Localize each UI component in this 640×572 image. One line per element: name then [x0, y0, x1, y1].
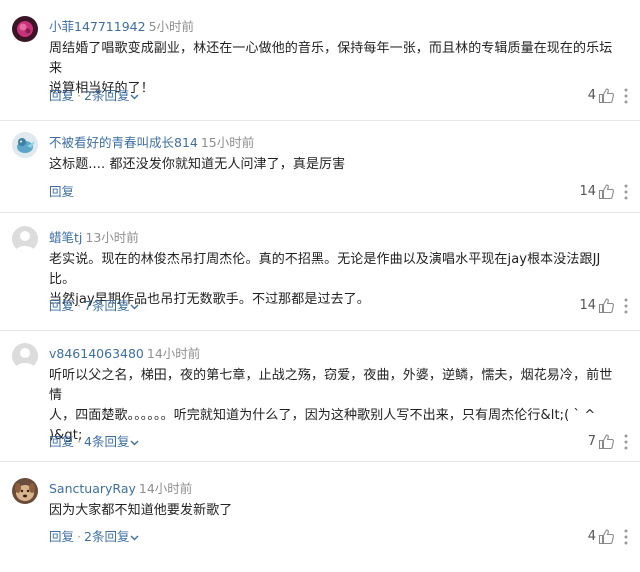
- chevron-down-icon: [130, 440, 139, 445]
- more-options-icon[interactable]: [624, 88, 628, 104]
- chevron-down-icon: [130, 304, 139, 309]
- comment-item: 蜡笔tj 13小时前 老实说。现在的林俊杰吊打周杰伦。真的不招黑。无论是作曲以及演…: [0, 213, 640, 331]
- comment-text: 因为大家都不知道他要发新歌了: [49, 501, 615, 521]
- replies-count-label: 7条回复: [84, 298, 130, 313]
- comment-line: 周结婚了唱歌变成副业，林还在一心做他的音乐，保持每年一张，而且林的专辑质量在现在…: [49, 41, 613, 76]
- username[interactable]: 蜡笔tj: [49, 230, 82, 245]
- default-user-avatar-icon: [12, 226, 38, 252]
- comment-line: 因为大家都不知道他要发新歌了: [49, 503, 233, 518]
- username[interactable]: 小菲147711942: [49, 19, 146, 34]
- thumbs-up-icon[interactable]: [598, 183, 615, 200]
- view-replies-button[interactable]: 7条回复: [84, 298, 139, 313]
- thumbs-up-icon[interactable]: [598, 433, 615, 450]
- comment-line: 听听以父之名，梯田，夜的第七章，止战之殇，窃爱，夜曲，外婆，逆鳞，懦夫，烟花易冷…: [49, 368, 613, 403]
- like-count: 7: [587, 434, 596, 449]
- view-replies-button[interactable]: 2条回复: [84, 529, 139, 544]
- comment-line: 这标题.... 都还没发你就知道无人问津了，真是厉害: [49, 157, 346, 172]
- thumbs-up-icon[interactable]: [598, 528, 615, 545]
- more-options-icon[interactable]: [624, 298, 628, 314]
- pink-flower-avatar-icon: [12, 16, 38, 42]
- default-user-avatar-icon: [12, 343, 38, 369]
- like-count: 4: [587, 88, 596, 103]
- comment-text: 这标题.... 都还没发你就知道无人问津了，真是厉害: [49, 155, 615, 175]
- chevron-down-icon: [130, 94, 139, 99]
- avatar[interactable]: [12, 343, 38, 369]
- reply-button[interactable]: 回复: [49, 529, 74, 544]
- thumbs-up-icon[interactable]: [598, 87, 615, 104]
- reply-button[interactable]: 回复: [49, 434, 74, 449]
- view-replies-button[interactable]: 2条回复: [84, 88, 139, 103]
- dog-avatar-icon: [12, 478, 38, 504]
- like-count: 14: [579, 298, 596, 313]
- comment-item: 不被看好的青春叫成长814 15小时前 这标题.... 都还没发你就知道无人问津了…: [0, 121, 640, 213]
- avatar[interactable]: [12, 132, 38, 158]
- comment-line: 人，四面楚歌。。。。。。听完就知道为什么了，因为这种歌别人写不出来，只有周杰伦行…: [49, 408, 596, 423]
- bird-avatar-icon: [12, 132, 38, 158]
- timestamp: 14小时前: [146, 346, 201, 361]
- avatar[interactable]: [12, 16, 38, 42]
- reply-button[interactable]: 回复: [49, 184, 74, 199]
- comment-item: SanctuaryRay 14小时前 因为大家都不知道他要发新歌了 回复 · 2条回复…: [0, 462, 640, 572]
- reply-button[interactable]: 回复: [49, 298, 74, 313]
- thumbs-up-icon[interactable]: [598, 297, 615, 314]
- like-count: 14: [579, 184, 596, 199]
- username[interactable]: v84614063480: [49, 346, 144, 361]
- replies-count-label: 2条回复: [84, 529, 130, 544]
- replies-count-label: 4条回复: [84, 434, 130, 449]
- reply-button[interactable]: 回复: [49, 88, 74, 103]
- username[interactable]: 不被看好的青春叫成长814: [49, 135, 198, 150]
- more-options-icon[interactable]: [624, 434, 628, 450]
- timestamp: 14小时前: [138, 481, 193, 496]
- more-options-icon[interactable]: [624, 529, 628, 545]
- timestamp: 15小时前: [200, 135, 255, 150]
- like-count: 4: [587, 529, 596, 544]
- avatar[interactable]: [12, 478, 38, 504]
- comment-item: v84614063480 14小时前 听听以父之名，梯田，夜的第七章，止战之殇，窃…: [0, 331, 640, 462]
- timestamp: 13小时前: [85, 230, 139, 245]
- avatar[interactable]: [12, 226, 38, 252]
- chevron-down-icon: [130, 535, 139, 540]
- timestamp: 5小时前: [148, 19, 195, 34]
- username[interactable]: SanctuaryRay: [49, 481, 136, 496]
- replies-count-label: 2条回复: [84, 88, 130, 103]
- comment-item: 小菲147711942 5小时前 周结婚了唱歌变成副业，林还在一心做他的音乐，保持…: [0, 0, 640, 121]
- more-options-icon[interactable]: [624, 184, 628, 200]
- view-replies-button[interactable]: 4条回复: [84, 434, 139, 449]
- comment-line: 老实说。现在的林俊杰吊打周杰伦。真的不招黑。无论是作曲以及演唱水平现在jay根本…: [49, 252, 601, 287]
